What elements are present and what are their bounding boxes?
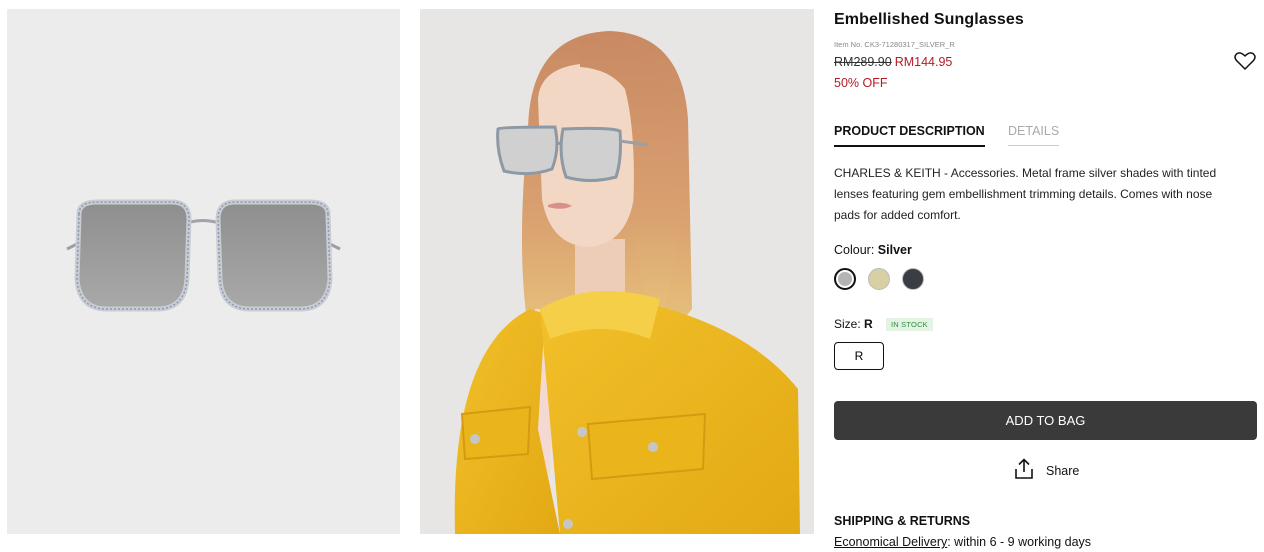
shipping-info: Economical Delivery: within 6 - 9 workin… bbox=[834, 535, 1091, 549]
share-icon bbox=[1014, 457, 1034, 485]
colour-swatch-silver[interactable] bbox=[834, 268, 856, 290]
sale-price: RM144.95 bbox=[894, 55, 953, 69]
shipping-heading: SHIPPING & RETURNS bbox=[834, 514, 971, 528]
sunglasses-illustration bbox=[66, 199, 341, 312]
size-option-r[interactable]: R bbox=[834, 342, 884, 370]
tab-product-description[interactable]: PRODUCT DESCRIPTION bbox=[834, 124, 985, 147]
selected-colour: Silver bbox=[877, 243, 912, 257]
model-illustration bbox=[454, 31, 800, 534]
wishlist-heart-icon[interactable] bbox=[1234, 51, 1256, 71]
item-number: Item No. CK3-71280317_SILVER_R bbox=[834, 40, 955, 49]
product-description: CHARLES & KEITH - Accessories. Metal fra… bbox=[834, 166, 1217, 222]
share-label: Share bbox=[1046, 464, 1080, 478]
colour-swatch-gold[interactable] bbox=[868, 268, 890, 290]
colour-label: Colour: Silver bbox=[834, 243, 912, 257]
shipping-text: : within 6 - 9 working days bbox=[947, 535, 1092, 549]
description-tabs: PRODUCT DESCRIPTION DETAILS bbox=[834, 124, 1257, 148]
original-price: RM289.90 bbox=[834, 55, 892, 69]
discount-badge: 50% OFF bbox=[834, 76, 888, 90]
colour-label-text: Colour: bbox=[834, 243, 875, 257]
tab-details[interactable]: DETAILS bbox=[1008, 124, 1060, 146]
colour-swatch-dark[interactable] bbox=[902, 268, 924, 290]
selected-size: R bbox=[864, 317, 873, 331]
share-button[interactable]: Share bbox=[1014, 457, 1080, 485]
product-title: Embellished Sunglasses bbox=[834, 11, 1024, 28]
size-label: Size: R bbox=[834, 317, 873, 331]
product-info-panel: Embellished Sunglasses Item No. CK3-7128… bbox=[834, 0, 1257, 552]
price-row: RM289.90 RM144.95 bbox=[834, 55, 952, 69]
size-label-text: Size: bbox=[834, 317, 861, 331]
add-to-bag-button[interactable]: ADD TO BAG bbox=[834, 401, 1257, 440]
product-image-model[interactable] bbox=[420, 9, 814, 534]
economical-delivery-link[interactable]: Economical Delivery bbox=[834, 535, 947, 549]
product-image-sunglasses[interactable] bbox=[7, 9, 400, 534]
stock-badge: IN STOCK bbox=[886, 318, 933, 331]
